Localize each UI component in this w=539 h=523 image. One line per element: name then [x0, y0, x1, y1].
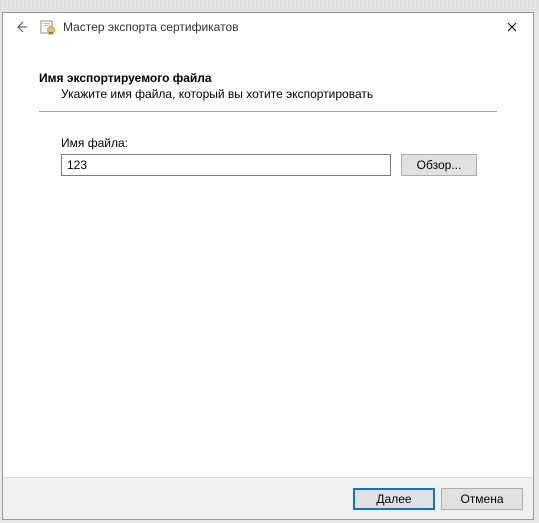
close-icon [507, 22, 517, 32]
certificate-wizard-icon [39, 18, 57, 36]
page-heading: Имя экспортируемого файла [39, 71, 497, 85]
divider [39, 111, 497, 112]
filename-row: Обзор... [61, 154, 497, 176]
wizard-window: Мастер экспорта сертификатов Имя экспорт… [2, 12, 534, 520]
filename-label: Имя файла: [61, 136, 497, 150]
filename-group: Имя файла: Обзор... [61, 136, 497, 176]
wizard-content: Имя экспортируемого файла Укажите имя фа… [3, 41, 533, 477]
browse-button[interactable]: Обзор... [401, 154, 477, 176]
wizard-footer: Далее Отмена [3, 477, 533, 519]
cancel-button[interactable]: Отмена [441, 488, 523, 510]
titlebar: Мастер экспорта сертификатов [3, 13, 533, 41]
page-subheading: Укажите имя файла, который вы хотите экс… [61, 87, 497, 101]
window-title: Мастер экспорта сертификатов [63, 20, 239, 34]
close-button[interactable] [491, 13, 533, 41]
background-strip [0, 0, 539, 12]
back-button[interactable] [9, 15, 33, 39]
back-arrow-icon [13, 19, 29, 35]
next-button[interactable]: Далее [353, 488, 435, 510]
filename-input[interactable] [61, 154, 391, 176]
